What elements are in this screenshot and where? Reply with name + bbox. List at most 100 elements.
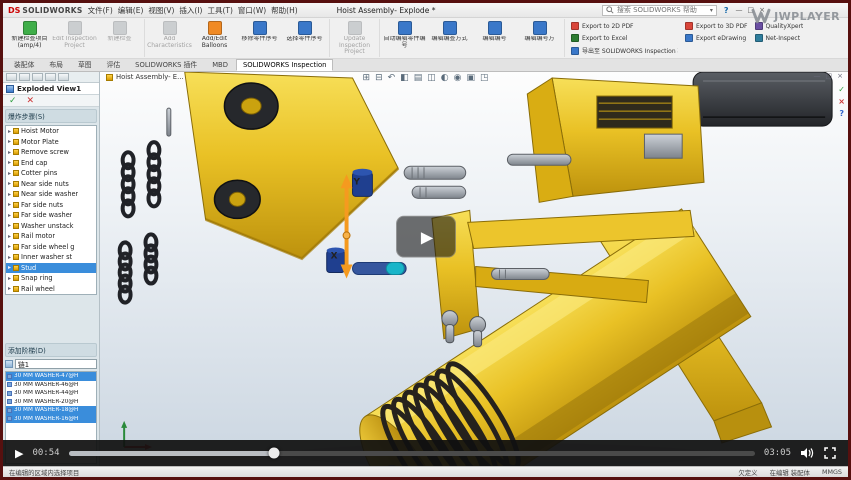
tab-6[interactable]: SOLIDWORKS Inspection — [236, 59, 334, 71]
pm-ok-icon[interactable]: ✓ — [838, 85, 845, 94]
hide-show-icon[interactable]: ◐ — [441, 73, 449, 83]
explode-step-item[interactable]: ▸Far side washer — [6, 210, 96, 221]
ribbon-button[interactable]: 新建检查项目(amp/4) — [7, 19, 52, 57]
menu-item[interactable]: 工具(T) — [207, 5, 232, 16]
explode-step-item[interactable]: ▸Hoist Motor — [6, 126, 96, 137]
explode-steps-header[interactable]: 爆炸步骤(S) — [5, 109, 97, 123]
play-button[interactable]: ▶ — [15, 447, 23, 460]
component-item[interactable]: 30 MM WASHER-16@H — [6, 415, 96, 424]
explode-step-item[interactable]: ▸Snap ring — [6, 273, 96, 284]
export-button[interactable]: Export to 3D PDF — [685, 22, 748, 30]
export-label: Export to 2D PDF — [582, 23, 634, 30]
explode-step-item[interactable]: ▸Far side wheel g — [6, 242, 96, 253]
component-item[interactable]: 30 MM WASHER-18@H — [6, 406, 96, 415]
help-search[interactable]: ▾ — [602, 5, 717, 16]
big-play-button[interactable]: ▶ — [396, 216, 456, 258]
apply-scene-icon[interactable]: ▣ — [466, 73, 475, 83]
ok-button[interactable]: ✓ — [9, 96, 17, 106]
explode-step-item[interactable]: ▸Inner washer st — [6, 252, 96, 263]
ribbon-button[interactable]: 移除零件序号 — [237, 19, 282, 57]
fullscreen-icon[interactable] — [824, 447, 836, 459]
search-input[interactable] — [617, 6, 707, 14]
graphics-viewport[interactable]: Y X Hoist Assembly- E... ⊞ ⊟ ↶ ◧ ▤ ◫ ◐ ◉ ▣ ◳ — — [3, 72, 848, 466]
manager-tab-configurations[interactable] — [32, 73, 43, 81]
export-button[interactable]: Export to Excel — [571, 34, 678, 42]
chain-input[interactable] — [15, 359, 97, 369]
explode-step-label: Motor Plate — [21, 138, 59, 146]
explode-step-item[interactable]: ▸Cotter pins — [6, 168, 96, 179]
tab-0[interactable]: 装配体 — [7, 57, 41, 71]
component-icon — [7, 374, 12, 379]
feature-tree-flyout[interactable]: Hoist Assembly- E... — [106, 73, 184, 81]
manager-tab-display[interactable] — [58, 73, 69, 81]
manager-tab-features[interactable] — [6, 73, 17, 81]
component-icon — [7, 399, 12, 404]
ribbon-button[interactable]: 选择零件序号 — [282, 19, 327, 57]
manager-tab-dimxpert[interactable] — [45, 73, 56, 81]
pm-help-icon[interactable]: ? — [839, 109, 844, 118]
doc-restore-button[interactable]: □ — [826, 72, 833, 80]
washer-stacks-part[interactable] — [120, 142, 160, 302]
manager-tab-properties[interactable] — [19, 73, 30, 81]
ribbon-button[interactable]: 编辑编号 — [472, 19, 517, 57]
explode-step-item[interactable]: ▸Far side nuts — [6, 200, 96, 211]
view-settings-icon[interactable]: ◳ — [480, 73, 489, 83]
pm-cancel-icon[interactable]: × — [838, 97, 845, 106]
tab-5[interactable]: MBD — [205, 59, 235, 71]
progress-handle[interactable] — [269, 448, 280, 459]
component-item[interactable]: 30 MM WASHER-46@H — [6, 381, 96, 390]
cancel-button[interactable]: ✕ — [27, 96, 35, 106]
view-orientation-icon[interactable]: ▤ — [414, 73, 423, 83]
explode-step-item[interactable]: ▸Stud — [6, 263, 96, 274]
menu-item[interactable]: 视图(V) — [148, 5, 174, 16]
chevron-down-icon[interactable]: ▾ — [710, 7, 713, 14]
component-item[interactable]: 30 MM WASHER-44@H — [6, 389, 96, 398]
component-item[interactable]: 30 MM WASHER-20@H — [6, 398, 96, 407]
explode-step-item[interactable]: ▸Rail motor — [6, 231, 96, 242]
add-step-header[interactable]: 添加阶梯(D) — [5, 343, 97, 357]
rope-drum-part[interactable] — [328, 209, 750, 466]
edit-appearance-icon[interactable]: ◉ — [454, 73, 462, 83]
cotter-pin-part[interactable] — [167, 108, 171, 136]
zoom-area-icon[interactable]: ⊟ — [375, 73, 383, 83]
trolley-side-plate-part[interactable] — [185, 72, 398, 258]
menu-item[interactable]: 帮助(H) — [271, 5, 298, 16]
tab-3[interactable]: 评估 — [100, 57, 128, 71]
explode-step-item[interactable]: ▸End cap — [6, 158, 96, 169]
hoist-motor-part[interactable] — [527, 72, 832, 202]
menu-item[interactable]: 窗口(W) — [238, 5, 266, 16]
tab-2[interactable]: 草图 — [71, 57, 99, 71]
tab-4[interactable]: SOLIDWORKS 插件 — [128, 57, 204, 71]
display-style-icon[interactable]: ◫ — [427, 73, 436, 83]
previous-view-icon[interactable]: ↶ — [388, 73, 396, 83]
ribbon-button[interactable]: 编辑编查方式 — [427, 19, 472, 57]
menu-item[interactable]: 文件(F) — [88, 5, 113, 16]
export-button[interactable]: Export eDrawing — [685, 34, 748, 42]
explode-step-item[interactable]: ▸Remove screw — [6, 147, 96, 158]
explode-step-item[interactable]: ▸Motor Plate — [6, 137, 96, 148]
progress-bar[interactable] — [69, 451, 755, 456]
volume-icon[interactable] — [800, 447, 815, 459]
explode-step-item[interactable]: ▸Washer unstack — [6, 221, 96, 232]
doc-close-button[interactable]: × — [837, 72, 843, 80]
ribbon-button[interactable]: 编辑编号方 — [517, 19, 562, 57]
explode-step-item[interactable]: ▸Near side nuts — [6, 179, 96, 190]
export-button[interactable]: 导出至 SOLIDWORKS Inspection 项目 — [571, 46, 678, 55]
export-button[interactable]: Net-Inspect — [755, 34, 804, 42]
hoist-assembly-3d-model[interactable]: Y X — [3, 72, 848, 466]
minimize-button[interactable]: — — [736, 6, 743, 14]
export-button[interactable]: Export to 2D PDF — [571, 22, 678, 30]
menu-item[interactable]: 插入(I) — [179, 5, 202, 16]
ribbon-button[interactable]: 自动编辑零件编号 — [382, 19, 427, 57]
component-item[interactable]: 30 MM WASHER-47@H — [6, 372, 96, 381]
tab-1[interactable]: 布局 — [42, 57, 70, 71]
doc-minimize-button[interactable]: — — [814, 72, 821, 80]
explode-step-item[interactable]: ▸Rail wheel — [6, 284, 96, 295]
section-view-icon[interactable]: ◧ — [400, 73, 409, 83]
explode-step-item[interactable]: ▸Near side washer — [6, 189, 96, 200]
highlighted-stud-part[interactable] — [386, 262, 404, 274]
help-icon[interactable]: ? — [722, 6, 731, 15]
zoom-fit-icon[interactable]: ⊞ — [363, 73, 371, 83]
ribbon-button[interactable]: Add/Edit Balloons — [192, 19, 237, 57]
menu-item[interactable]: 编辑(E) — [118, 5, 144, 16]
